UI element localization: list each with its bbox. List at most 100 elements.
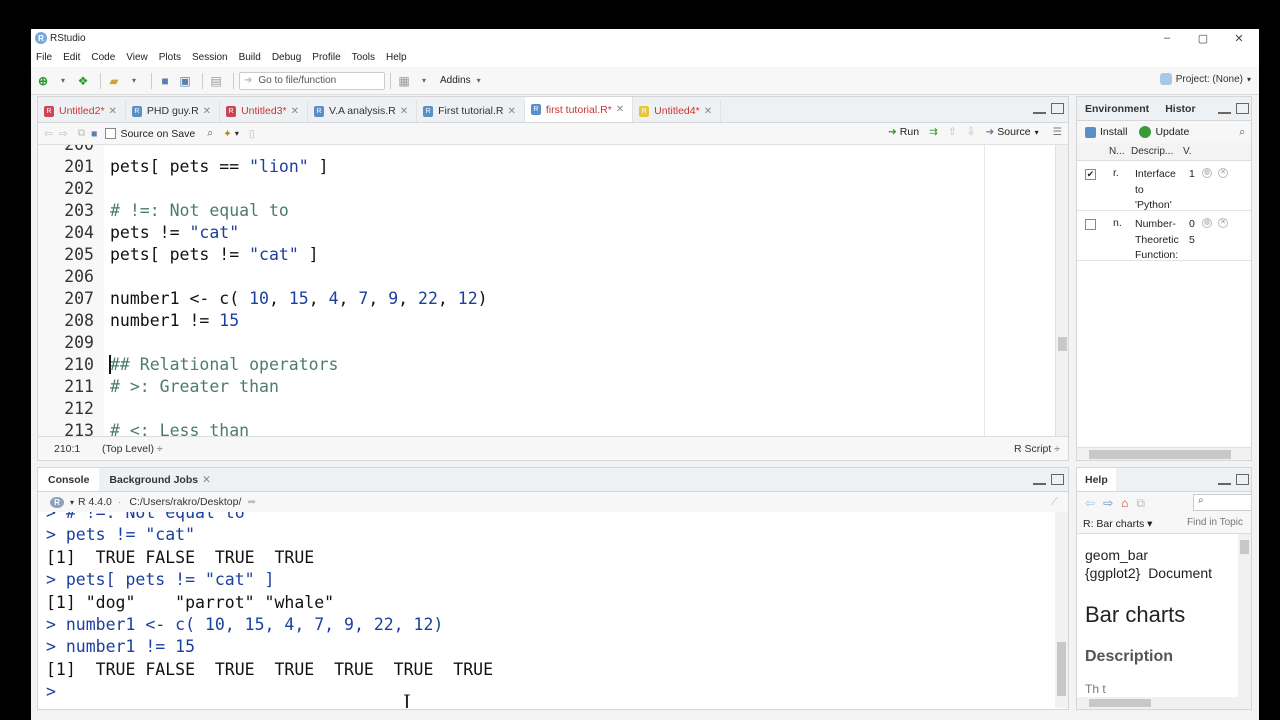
open-directory-icon[interactable]: ➦ (247, 496, 256, 508)
forward-arrow-icon[interactable]: ⇨ (59, 128, 68, 140)
code-line[interactable]: 209 (38, 331, 978, 353)
show-in-window-icon[interactable]: ⧉ (78, 127, 86, 140)
close-tab-icon[interactable]: ✕ (291, 106, 299, 117)
close-tab-icon[interactable]: ✕ (616, 104, 624, 115)
editor-tab[interactable]: R PHD guy.R ✕ (126, 100, 221, 122)
editor-tab[interactable]: R Untitled4* ✕ (633, 100, 722, 122)
header-name[interactable]: N... (1109, 146, 1125, 157)
tab-history[interactable]: Histor (1157, 98, 1203, 120)
new-project-icon[interactable]: ❖ (75, 73, 91, 89)
package-name[interactable]: r. (1113, 167, 1119, 179)
maximize-button[interactable]: ▢ (1185, 29, 1221, 47)
code-line[interactable]: 202 (38, 177, 978, 199)
chevron-down-icon[interactable]: ▾ (235, 129, 239, 138)
save-all-icon[interactable]: ▣ (177, 73, 193, 89)
code-line[interactable]: 203 # !=: Not equal to (38, 199, 978, 221)
header-description[interactable]: Descrip... (1131, 146, 1173, 157)
menu-plots[interactable]: Plots (159, 52, 181, 63)
close-tab-icon[interactable]: ✕ (704, 106, 712, 117)
code-line[interactable]: 204 pets != "cat" (38, 221, 978, 243)
menu-view[interactable]: View (126, 52, 148, 63)
remove-icon[interactable]: ✕ (1218, 168, 1228, 178)
grid-icon[interactable]: ▦ (396, 73, 412, 89)
close-icon[interactable]: ✕ (202, 474, 211, 486)
menu-tools[interactable]: Tools (352, 52, 375, 63)
menu-profile[interactable]: Profile (312, 52, 340, 63)
source-button[interactable]: Source (997, 126, 1030, 138)
package-checkbox[interactable] (1085, 219, 1096, 230)
scope-selector[interactable]: (Top Level) ÷ (102, 443, 163, 455)
help-scrollbar[interactable] (1238, 534, 1251, 698)
close-tab-icon[interactable]: ✕ (203, 106, 211, 117)
working-directory[interactable]: C:/Users/rakro/Desktop/ (129, 496, 241, 508)
console-output[interactable]: I > # !=: Not equal to > pets != "cat" [1]… (46, 512, 1046, 708)
tab-console[interactable]: Console (38, 468, 100, 491)
maximize-pane-icon[interactable] (1236, 103, 1249, 114)
close-button[interactable]: ✕ (1221, 29, 1257, 47)
back-arrow-icon[interactable]: ⇦ (44, 128, 53, 140)
tab-environment[interactable]: Environment (1077, 98, 1157, 120)
chevron-down-icon[interactable]: ▾ (1035, 128, 1039, 137)
editor-scrollbar[interactable] (1055, 145, 1068, 437)
print-icon[interactable]: ▤ (208, 73, 224, 89)
search-icon[interactable]: ⌕ (1239, 126, 1245, 139)
scrollbar-thumb[interactable] (1089, 699, 1151, 707)
chevron-down-icon[interactable]: ▾ (416, 73, 432, 89)
tab-help[interactable]: Help (1077, 468, 1116, 491)
clear-console-icon[interactable]: ⟋ (1051, 496, 1058, 509)
console-scrollbar-thumb[interactable] (1057, 642, 1066, 696)
minimize-pane-icon[interactable] (1033, 110, 1046, 114)
editor-tab[interactable]: R First tutorial.R ✕ (417, 100, 525, 122)
compile-notebook-icon[interactable]: ▯ (249, 128, 255, 140)
code-area[interactable]: 200 201 pets[ pets == "lion" ] 202203 # !=: … (38, 145, 1057, 437)
code-line[interactable]: 205 pets[ pets != "cat" ] (38, 243, 978, 265)
goto-file-input[interactable]: ➜ Go to file/function (239, 71, 385, 90)
code-line[interactable]: 211 # >: Greater than (38, 375, 978, 397)
maximize-pane-icon[interactable] (1051, 103, 1064, 114)
show-in-window-icon[interactable]: ⧉ (1136, 496, 1145, 511)
update-button[interactable]: Update (1155, 126, 1189, 138)
menu-debug[interactable]: Debug (272, 52, 301, 63)
code-line[interactable]: 210 ## Relational operators (38, 353, 978, 375)
package-checkbox[interactable]: ✔ (1085, 169, 1096, 180)
rerun-icon[interactable]: ⇉ (929, 126, 938, 138)
header-version[interactable]: V. (1183, 146, 1192, 157)
minimize-pane-icon[interactable] (1218, 481, 1231, 485)
code-line[interactable]: 201 pets[ pets == "lion" ] (38, 155, 978, 177)
forward-arrow-icon[interactable]: ⇨ (1103, 496, 1113, 510)
tab-background-jobs[interactable]: Background Jobs ✕ (99, 469, 221, 491)
code-line[interactable]: 212 (38, 397, 978, 419)
minimize-button[interactable]: – (1149, 29, 1185, 47)
code-line[interactable]: 200 (38, 145, 978, 155)
run-button[interactable]: Run (900, 126, 919, 138)
code-line[interactable]: 206 (38, 265, 978, 287)
find-in-topic-input[interactable]: Find in Topic (1183, 517, 1251, 532)
save-icon[interactable]: ■ (157, 73, 173, 89)
editor-tab[interactable]: Rfirst tutorial.R* ✕ (524, 97, 634, 122)
menu-code[interactable]: Code (91, 52, 115, 63)
go-down-icon[interactable]: ⇩ (967, 126, 976, 138)
chevron-down-icon[interactable]: ▾ (70, 498, 74, 507)
home-icon[interactable]: ⌂ (1121, 496, 1128, 510)
editor-tab[interactable]: R Untitled2* ✕ (38, 100, 126, 122)
menu-session[interactable]: Session (192, 52, 228, 63)
maximize-pane-icon[interactable] (1051, 474, 1064, 485)
scrollbar-thumb[interactable] (1089, 450, 1231, 459)
file-type-selector[interactable]: R Script ÷ (1014, 443, 1060, 455)
magic-wand-icon[interactable]: ✦ (223, 128, 232, 140)
help-search-input[interactable]: ⌕ (1193, 494, 1251, 511)
chevron-down-icon[interactable]: ▾ (471, 73, 487, 89)
close-tab-icon[interactable]: ✕ (400, 106, 408, 117)
code-line[interactable]: 213 # <: Less than (38, 419, 978, 438)
packages-horizontal-scrollbar[interactable] (1077, 447, 1251, 460)
new-file-icon[interactable]: ⊕ (35, 73, 51, 89)
code-line[interactable]: 207 number1 <- c( 10, 15, 4, 7, 9, 22, 12… (38, 287, 978, 309)
globe-icon[interactable]: ◍ (1202, 218, 1212, 228)
maximize-pane-icon[interactable] (1236, 474, 1249, 485)
outline-icon[interactable]: ☰ (1053, 126, 1062, 138)
chevron-down-icon[interactable]: ▾ (126, 73, 142, 89)
menu-edit[interactable]: Edit (63, 52, 80, 63)
console-scrollbar[interactable] (1055, 512, 1068, 708)
search-icon[interactable]: ⌕ (207, 127, 213, 140)
install-button[interactable]: Install (1100, 126, 1127, 138)
